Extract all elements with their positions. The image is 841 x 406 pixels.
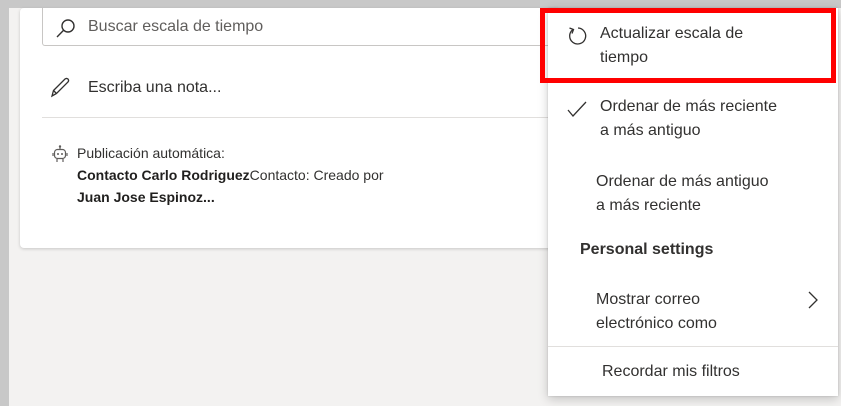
sort-oldest-line1: Ordenar de más antiguo <box>596 173 769 190</box>
timeline-search-input[interactable]: Buscar escala de tiempo <box>42 8 572 46</box>
check-icon <box>566 99 588 127</box>
sort-oldest-line2: a más reciente <box>596 197 701 214</box>
bot-icon <box>52 145 68 169</box>
search-placeholder: Buscar escala de tiempo <box>88 18 264 35</box>
post-author[interactable]: Juan Jose Espinoz... <box>77 189 215 205</box>
email-display-line2: electrónico como <box>596 315 717 332</box>
menu-item-sort-oldest[interactable]: Ordenar de más antiguo a más reciente <box>596 170 826 218</box>
sort-newest-line2: a más antiguo <box>600 122 701 139</box>
note-placeholder: Escriba una nota... <box>88 79 222 96</box>
window-frame-left <box>0 0 9 406</box>
pencil-icon <box>48 76 72 105</box>
menu-item-remember-filters[interactable]: Recordar mis filtros <box>602 360 740 384</box>
post-header: Publicación automática: <box>77 145 225 161</box>
search-icon <box>55 18 77 43</box>
chevron-right-icon <box>806 290 820 318</box>
email-display-line1: Mostrar correo <box>596 291 701 308</box>
menu-item-email-display[interactable]: Mostrar correo electrónico como <box>596 288 826 336</box>
highlight-box <box>540 8 836 83</box>
post-contact-link[interactable]: Contacto Carlo Rodriguez <box>77 167 250 183</box>
window-frame-top <box>0 0 841 8</box>
menu-separator <box>548 346 838 347</box>
sort-newest-line1: Ordenar de más reciente <box>600 98 777 115</box>
post-contact-text: Contacto: Creado por <box>249 167 384 183</box>
card-divider <box>42 117 552 118</box>
personal-settings-heading: Personal settings <box>580 241 714 258</box>
